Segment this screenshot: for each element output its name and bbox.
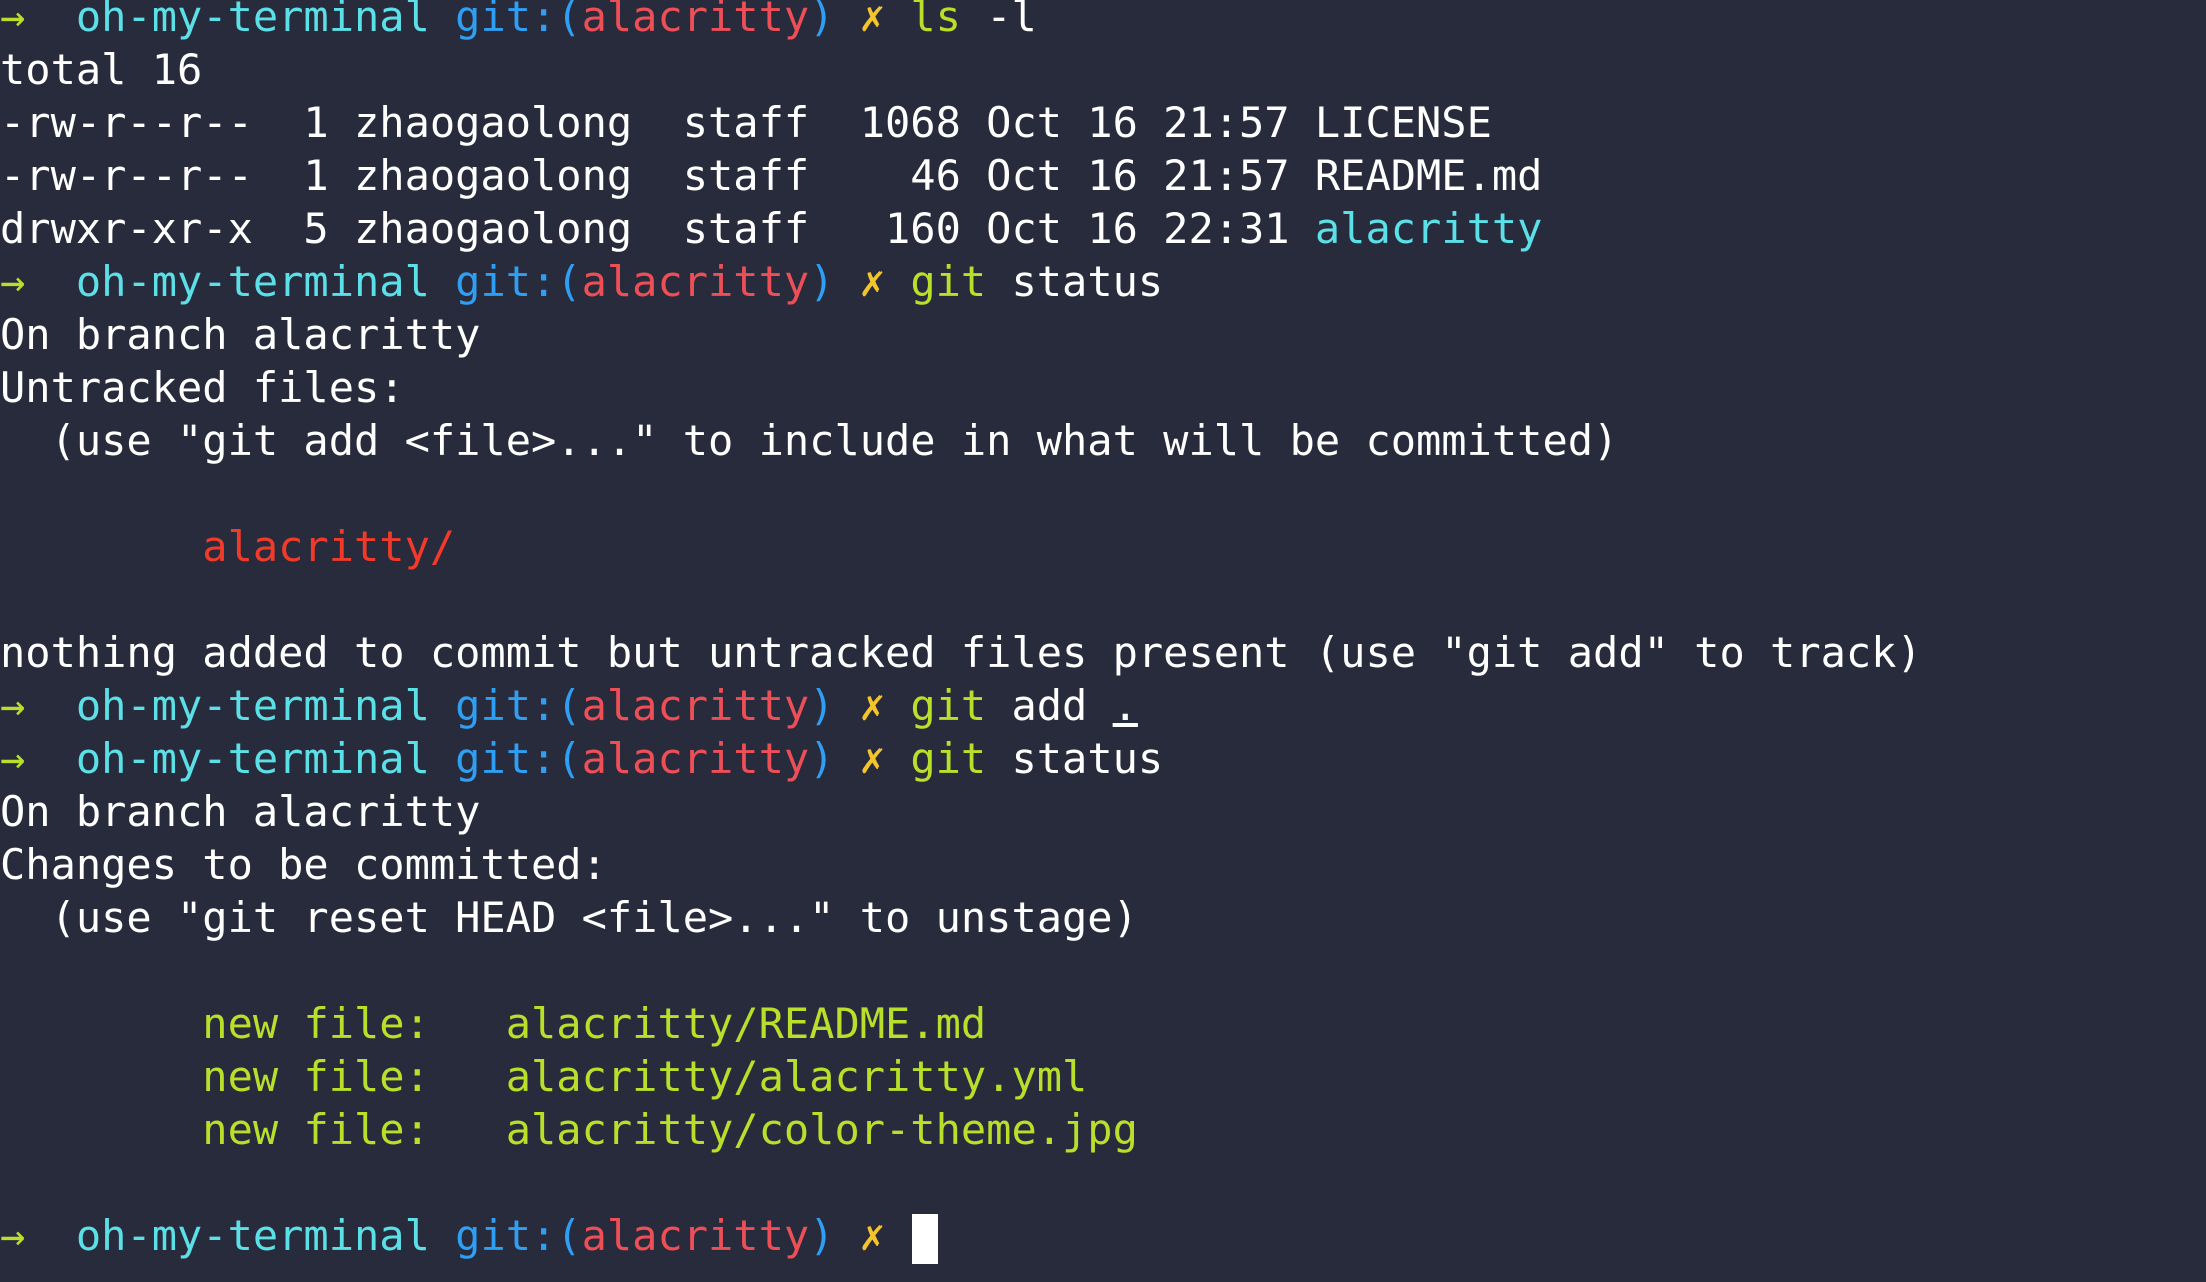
terminal-text-staged: new file: alacritty/README.md [202,999,987,1048]
terminal-line: (use "git reset HEAD <file>..." to unsta… [0,891,1922,944]
terminal-text-foreground [0,522,202,571]
terminal-line: On branch alacritty [0,785,1922,838]
terminal-text-arrow: → [0,257,76,306]
terminal-text-dirty-mark: ✗ [834,681,911,730]
terminal-text-foreground: On branch alacritty [0,310,481,359]
terminal-text-foreground: (use "git add <file>..." to include in w… [0,416,1619,465]
terminal-text-command: git [910,257,987,306]
terminal-line: new file: alacritty/README.md [0,997,1922,1050]
terminal-line: drwxr-xr-x 5 zhaogaolong staff 160 Oct 1… [0,202,1922,255]
terminal-text-branch: alacritty [581,734,810,783]
terminal-text-git-label: ) [809,0,835,41]
terminal-text-dirty-mark: ✗ [834,1211,911,1260]
terminal-line: → oh-my-terminal git:(alacritty) ✗ git s… [0,732,1922,785]
terminal-text-git-label: git:( [455,681,582,730]
terminal-window[interactable]: → oh-my-terminal git:(alacritty) ✗ ls -l… [0,0,2206,1282]
terminal-text-foreground: nothing added to commit but untracked fi… [0,628,1922,677]
terminal-text-directory: oh-my-terminal [75,734,456,783]
terminal-text-dir-entry: alacritty [1314,204,1543,253]
terminal-line: new file: alacritty/color-theme.jpg [0,1103,1922,1156]
terminal-line: alacritty/ [0,520,1922,573]
terminal-text-branch: alacritty [581,1211,810,1260]
terminal-line: → oh-my-terminal git:(alacritty) ✗ [0,1209,1922,1264]
terminal-text-foreground: drwxr-xr-x 5 zhaogaolong staff 160 Oct 1… [0,204,1315,253]
terminal-text-foreground: -rw-r--r-- 1 zhaogaolong staff 1068 Oct … [0,98,1492,147]
terminal-text-branch: alacritty [581,257,810,306]
terminal-text-directory: oh-my-terminal [75,681,456,730]
terminal-text-command: git [910,734,987,783]
terminal-text-arrow: → [0,0,76,41]
terminal-text-git-label: ) [809,681,835,730]
terminal-text-foreground: On branch alacritty [0,787,481,836]
terminal-text-branch: alacritty [581,0,810,41]
terminal-text-directory: oh-my-terminal [75,0,456,41]
terminal-text-arrow: → [0,681,76,730]
terminal-text-directory: oh-my-terminal [75,257,456,306]
terminal-text-foreground [0,1105,202,1154]
terminal-text-foreground [0,999,202,1048]
terminal-text-foreground: -l [960,0,1037,41]
terminal-text-arrow: → [0,734,76,783]
terminal-text-directory: oh-my-terminal [75,1211,456,1260]
terminal-text-dirty-mark: ✗ [834,734,911,783]
terminal-text-foreground: . [1112,681,1138,730]
terminal-text-untracked: alacritty/ [202,522,456,571]
terminal-text-git-label: git:( [455,257,582,306]
terminal-line: → oh-my-terminal git:(alacritty) ✗ git a… [0,679,1922,732]
terminal-output: → oh-my-terminal git:(alacritty) ✗ ls -l… [0,0,1922,1264]
terminal-line: (use "git add <file>..." to include in w… [0,414,1922,467]
terminal-line: → oh-my-terminal git:(alacritty) ✗ git s… [0,255,1922,308]
terminal-text-arrow: → [0,1211,76,1260]
terminal-line: -rw-r--r-- 1 zhaogaolong staff 1068 Oct … [0,96,1922,149]
cursor-block[interactable] [912,1213,939,1264]
terminal-text-git-label: git:( [455,0,582,41]
terminal-text-branch: alacritty [581,681,810,730]
terminal-text-foreground: status [986,734,1164,783]
terminal-text-git-label: ) [809,1211,835,1260]
terminal-text-staged: new file: alacritty/color-theme.jpg [202,1105,1138,1154]
terminal-text-foreground: (use "git reset HEAD <file>..." to unsta… [0,893,1138,942]
terminal-text-git-label: ) [809,734,835,783]
terminal-text-foreground: Changes to be committed: [0,840,607,889]
terminal-text-foreground: Untracked files: [0,363,405,412]
terminal-text-command: git [910,681,987,730]
terminal-text-foreground: status [986,257,1164,306]
terminal-text-foreground: total 16 [0,45,203,94]
terminal-text-staged: new file: alacritty/alacritty.yml [202,1052,1088,1101]
terminal-text-git-label: ) [809,257,835,306]
terminal-text-command: ls [910,0,961,41]
terminal-line: On branch alacritty [0,308,1922,361]
terminal-text-dirty-mark: ✗ [834,257,911,306]
terminal-text-foreground [0,1052,202,1101]
terminal-line: → oh-my-terminal git:(alacritty) ✗ ls -l [0,0,1922,43]
terminal-text-git-label: git:( [455,734,582,783]
terminal-line: total 16 [0,43,1922,96]
terminal-text-git-label: git:( [455,1211,582,1260]
terminal-line: nothing added to commit but untracked fi… [0,626,1922,679]
terminal-line: Untracked files: [0,361,1922,414]
terminal-text-dirty-mark: ✗ [834,0,911,41]
terminal-line: Changes to be committed: [0,838,1922,891]
terminal-text-foreground: add [986,681,1113,730]
terminal-text-foreground: -rw-r--r-- 1 zhaogaolong staff 46 Oct 16… [0,151,1543,200]
terminal-line: new file: alacritty/alacritty.yml [0,1050,1922,1103]
terminal-line: -rw-r--r-- 1 zhaogaolong staff 46 Oct 16… [0,149,1922,202]
